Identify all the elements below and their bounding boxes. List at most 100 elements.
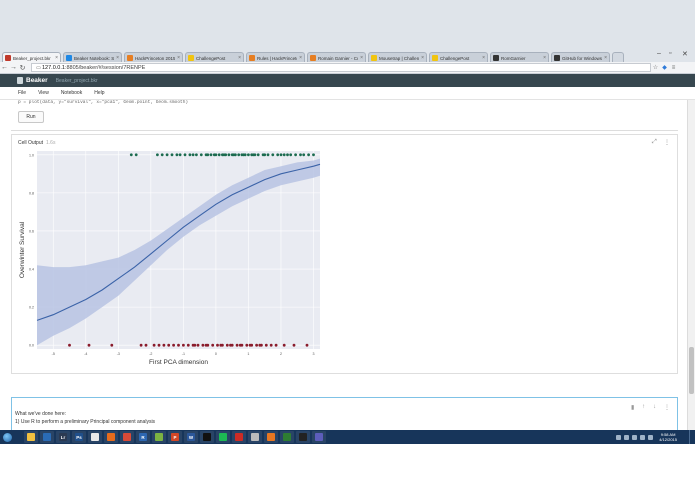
tray-icon[interactable] (632, 434, 638, 440)
taskbar-app-icon[interactable]: R (136, 431, 150, 443)
point-died (201, 343, 205, 347)
url-path: :8805/beaker/#/session/7RENPE (64, 64, 146, 71)
y-tick-label: 0.2 (29, 306, 34, 310)
favicon-icon (554, 55, 560, 61)
favicon-icon (188, 55, 194, 61)
network-icon[interactable] (640, 434, 646, 440)
start-button[interactable] (0, 430, 14, 444)
close-tab-icon[interactable]: × (297, 55, 304, 61)
show-desktop-button[interactable] (689, 430, 695, 444)
point-survived (156, 153, 159, 157)
point-survived (183, 153, 187, 157)
tab-title: Mousetrap | Challeng (379, 55, 420, 61)
taskbar-app-icon[interactable] (88, 431, 102, 443)
output-elapsed: 1.6s (46, 140, 56, 146)
extension-icon[interactable]: ◆ (660, 64, 669, 71)
scrollbar-thumb[interactable] (689, 347, 694, 394)
close-window-icon[interactable]: ✕ (682, 50, 688, 58)
volume-icon[interactable] (648, 434, 654, 440)
close-tab-icon[interactable]: × (541, 55, 548, 61)
delete-icon[interactable]: ▮ (631, 404, 634, 411)
point-died (225, 343, 229, 347)
app-glyph-icon: R (139, 433, 147, 441)
close-tab-icon[interactable]: × (480, 55, 487, 61)
move-up-icon[interactable]: ↑ (642, 404, 645, 410)
notebook: p = plot(data, y="survival", x="pca1", G… (0, 100, 687, 430)
tray-icon[interactable] (624, 434, 630, 440)
point-died (87, 343, 91, 347)
point-died (68, 343, 71, 347)
menu-view[interactable]: View (38, 90, 49, 96)
menu-icon[interactable]: ≡ (669, 65, 678, 71)
point-survived (294, 153, 297, 157)
taskbar-app-icon[interactable]: P (168, 431, 182, 443)
taskbar-app-icon[interactable] (104, 431, 118, 443)
menu-help[interactable]: Help (94, 90, 104, 96)
run-button[interactable]: Run (18, 111, 44, 123)
y-axis-label: Overwinter Survival (19, 221, 26, 278)
code-line[interactable]: p = plot(data, y="survival", x="pca1", G… (18, 100, 188, 105)
address-bar[interactable]: ▭ 127.0.0.1:8805/beaker/#/session/7RENPE (31, 63, 651, 72)
cell-menu-icon[interactable]: ⋮ (664, 404, 670, 411)
taskbar-app-icon[interactable] (232, 431, 246, 443)
page-scrollbar[interactable] (687, 100, 695, 430)
close-tab-icon[interactable]: × (53, 55, 60, 61)
taskbar-app-icon[interactable] (296, 431, 310, 443)
favicon-icon (310, 55, 316, 61)
x-tick-label: -3 (117, 352, 120, 356)
taskbar-app-icon[interactable] (152, 431, 166, 443)
taskbar-app-icon[interactable] (24, 431, 38, 443)
close-tab-icon[interactable]: × (175, 55, 182, 61)
markdown-cell[interactable]: What we've done here: 1) Use R to perfor… (11, 397, 678, 430)
taskbar-app-icon[interactable] (312, 431, 326, 443)
reload-icon[interactable]: ↻ (18, 64, 27, 72)
taskbar-app-icon[interactable]: W (184, 431, 198, 443)
output-cell: Cell Output 1.6s ⤢ ⋮ 0.0 0.2 0.4 0.6 0.8 1.0 -5… (11, 134, 678, 374)
close-tab-icon[interactable]: × (602, 55, 609, 61)
taskbar-app-icon[interactable]: Ps (72, 431, 86, 443)
taskbar-app-icon[interactable] (216, 431, 230, 443)
tab-title: Romain Garnier - Cu (318, 55, 359, 61)
app-glyph-icon (107, 433, 115, 441)
point-survived (212, 153, 216, 157)
point-survived (266, 153, 270, 157)
app-name: Beaker (26, 77, 48, 84)
app-glyph-icon (283, 433, 291, 441)
app-header: Beaker Beaker_project.bkr (0, 74, 695, 87)
close-tab-icon[interactable]: × (419, 55, 426, 61)
point-died (229, 343, 232, 347)
taskbar-app-icon[interactable] (248, 431, 262, 443)
taskbar-app-icon[interactable] (280, 431, 294, 443)
point-died (238, 343, 242, 347)
point-died (157, 343, 161, 347)
point-died (162, 343, 166, 347)
point-died (245, 343, 249, 347)
tray-icon[interactable] (616, 434, 622, 440)
minimize-icon[interactable]: – (657, 50, 661, 57)
point-died (144, 343, 148, 347)
expand-icon[interactable]: ⤢ (652, 139, 657, 146)
close-tab-icon[interactable]: × (358, 55, 365, 61)
bookmark-star-icon[interactable]: ☆ (651, 64, 660, 71)
taskbar-app-icon[interactable] (40, 431, 54, 443)
browser-toolbar: ← → ↻ ▭ 127.0.0.1:8805/beaker/#/session/… (0, 62, 695, 74)
move-down-icon[interactable]: ↓ (653, 404, 656, 410)
menu-file[interactable]: File (18, 90, 26, 96)
menu-notebook[interactable]: Notebook (61, 90, 82, 96)
point-died (152, 343, 156, 347)
point-survived (209, 153, 213, 157)
x-axis-label: First PCA dimension (149, 359, 208, 366)
back-icon[interactable]: ← (0, 64, 9, 71)
taskbar-app-icon[interactable] (120, 431, 134, 443)
close-tab-icon[interactable]: × (236, 55, 243, 61)
taskbar-app-icon[interactable]: Lr (56, 431, 70, 443)
forward-icon[interactable]: → (9, 64, 18, 71)
close-tab-icon[interactable]: × (114, 55, 121, 61)
cell-menu-icon[interactable]: ⋮ (664, 139, 670, 146)
maximize-icon[interactable]: ▫ (669, 50, 671, 57)
taskbar-app-icon[interactable] (200, 431, 214, 443)
app-glyph-icon (235, 433, 243, 441)
clock[interactable]: 9:58 AM 4/12/2015 (659, 432, 677, 442)
taskbar-app-icon[interactable] (264, 431, 278, 443)
point-survived (175, 153, 179, 157)
